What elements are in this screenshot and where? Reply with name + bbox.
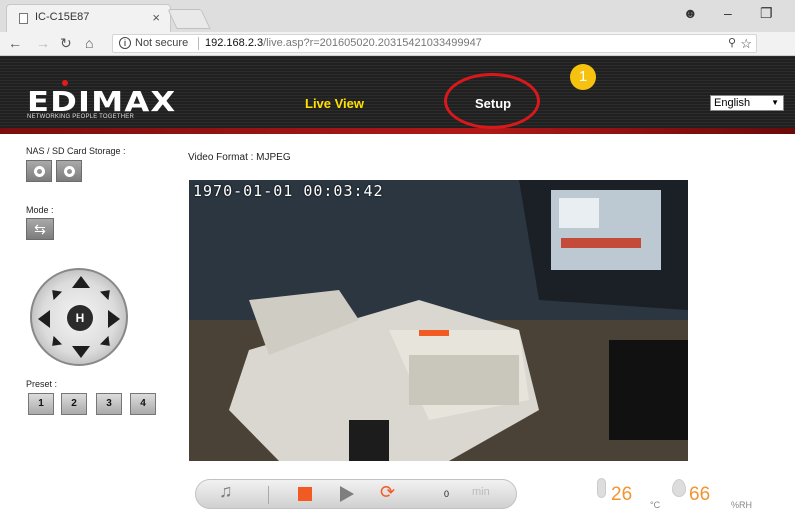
url-divider xyxy=(198,37,199,50)
tab-title: IC-C15E87 xyxy=(35,11,90,23)
minimize-icon[interactable]: – xyxy=(724,5,732,21)
storage-label: NAS / SD Card Storage : xyxy=(26,146,126,156)
url-field[interactable]: i Not secure 192.168.2.3/live.asp?r=2016… xyxy=(112,34,757,53)
mode-label: Mode : xyxy=(26,205,54,215)
humidity-unit: %RH xyxy=(731,500,753,510)
ptz-control-pad: H xyxy=(30,268,128,366)
record-icon xyxy=(64,166,75,177)
logo-tagline: NETWORKING PEOPLE TOGETHER xyxy=(27,114,134,120)
snapshot-button[interactable] xyxy=(26,160,52,182)
document-icon xyxy=(19,13,28,24)
pan-down-left-arrow-icon[interactable] xyxy=(47,335,63,351)
temperature-value: 26 xyxy=(611,484,633,505)
temperature-unit: °C xyxy=(650,500,661,510)
camera-icon xyxy=(34,166,45,177)
video-format-label: Video Format : MJPEG xyxy=(188,152,291,163)
language-value: English xyxy=(714,97,751,109)
back-arrow-icon[interactable]: ← xyxy=(8,35,22,51)
control-divider xyxy=(268,486,269,504)
mode-toggle-button[interactable]: ⇆ xyxy=(26,218,54,240)
stop-button[interactable] xyxy=(298,487,312,501)
flip-icon: ⇆ xyxy=(34,221,46,237)
address-bar: ← → ↻ ⌂ i Not secure 192.168.2.3/live.as… xyxy=(0,32,795,56)
video-scene xyxy=(189,180,688,461)
live-video-feed[interactable]: 1970-01-01 00:03:42 xyxy=(189,180,688,461)
video-timestamp: 1970-01-01 00:03:42 xyxy=(193,182,384,200)
close-tab-icon[interactable]: × xyxy=(152,10,160,25)
record-button[interactable] xyxy=(56,160,82,182)
language-select[interactable]: English ▼ xyxy=(710,95,784,111)
preset-button-2[interactable]: 2 xyxy=(61,393,87,415)
pan-down-arrow-icon[interactable] xyxy=(72,346,90,358)
preset-button-3[interactable]: 3 xyxy=(96,393,122,415)
preset-button-4[interactable]: 4 xyxy=(130,393,156,415)
minutes-label: min xyxy=(472,486,490,498)
header-accent-line xyxy=(0,128,795,134)
forward-arrow-icon[interactable]: → xyxy=(36,35,50,51)
nav-live-view[interactable]: Live View xyxy=(305,96,364,111)
profile-icon[interactable]: ☻ xyxy=(683,5,698,21)
info-icon[interactable]: i xyxy=(119,37,131,49)
browser-tab-bar: IC-C15E87 × ☻ – ❐ xyxy=(0,0,795,32)
thermometer-icon xyxy=(597,478,606,498)
step-badge: 1 xyxy=(570,64,596,90)
pan-down-right-arrow-icon[interactable] xyxy=(99,335,115,351)
loop-icon[interactable]: ⟳ xyxy=(380,482,395,503)
playback-control-bar xyxy=(195,479,517,509)
humidity-value: 66 xyxy=(689,484,711,505)
url-text: 192.168.2.3/live.asp?r=201605020.2031542… xyxy=(205,35,482,52)
url-path: /live.asp?r=201605020.20315421033499947 xyxy=(263,37,482,49)
preset-button-1[interactable]: 1 xyxy=(28,393,54,415)
pan-right-arrow-icon[interactable] xyxy=(108,310,120,328)
home-icon[interactable]: ⌂ xyxy=(85,35,93,51)
new-tab-button[interactable] xyxy=(167,9,211,29)
play-button[interactable] xyxy=(340,486,354,502)
dropdown-caret-icon: ▼ xyxy=(771,98,779,107)
not-secure-label: Not secure xyxy=(135,37,189,49)
pan-up-arrow-icon[interactable] xyxy=(72,276,90,288)
ptz-home-button[interactable]: H xyxy=(67,305,93,331)
pan-up-right-arrow-icon[interactable] xyxy=(99,285,115,301)
pan-left-arrow-icon[interactable] xyxy=(38,310,50,328)
setup-highlight-circle xyxy=(444,73,540,129)
pan-up-left-arrow-icon[interactable] xyxy=(47,285,63,301)
bookmark-star-icon[interactable]: ☆ xyxy=(740,35,752,52)
key-icon[interactable]: ⚲ xyxy=(728,35,736,52)
url-host: 192.168.2.3 xyxy=(205,37,264,49)
preset-label: Preset : xyxy=(26,379,58,389)
minutes-value: 0 xyxy=(444,489,450,499)
music-icon[interactable]: ♫ xyxy=(219,481,233,502)
restore-icon[interactable]: ❐ xyxy=(760,5,773,22)
humidity-drop-icon xyxy=(672,479,686,497)
browser-tab[interactable]: IC-C15E87 × xyxy=(6,4,171,32)
reload-icon[interactable]: ↻ xyxy=(60,35,72,52)
